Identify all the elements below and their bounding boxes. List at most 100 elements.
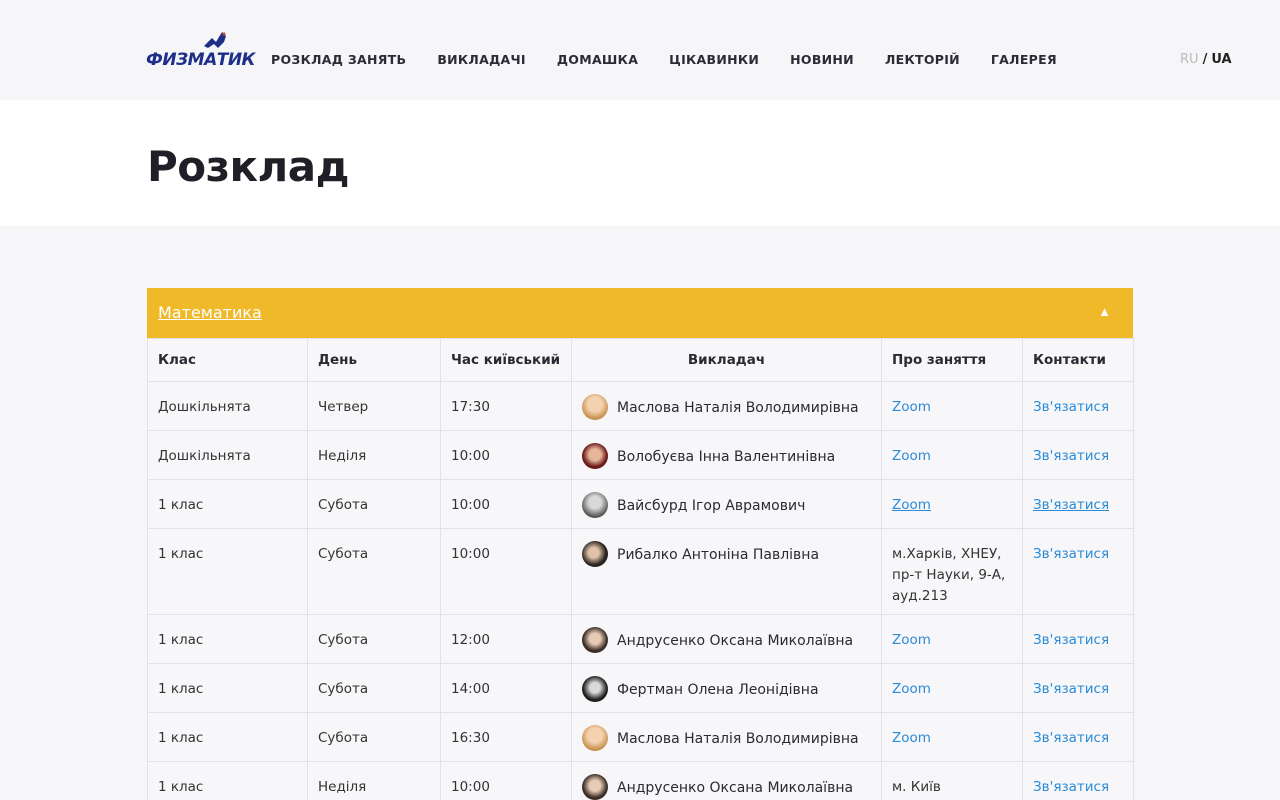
schedule-accordion: Математика ▲ Клас День Час київський Вик… (147, 288, 1134, 800)
cell-teacher: Андрусенко Оксана Миколаївна (571, 761, 882, 800)
nav-item-gallery[interactable]: ГАЛЕРЕЯ (991, 52, 1057, 67)
cell-time: 10:00 (440, 430, 572, 480)
site-logo[interactable]: ФИЗМАТИК (146, 28, 255, 74)
cell-about: м.Харків, ХНЕУ, пр-т Науки, 9-А, ауд.213 (881, 528, 1023, 615)
contact-link[interactable]: Зв'язатися (1033, 681, 1109, 697)
table-row: Дошкільнята Неділя 10:00 Волобуєва Інна … (147, 430, 1134, 480)
table-header-row: Клас День Час київський Викладач Про зан… (147, 338, 1134, 382)
cell-day: Субота (307, 712, 441, 762)
contact-link[interactable]: Зв'язатися (1033, 399, 1109, 415)
zoom-link[interactable]: Zoom (892, 681, 931, 697)
cell-contact: Зв'язатися (1022, 614, 1134, 664)
avatar (582, 676, 608, 702)
cell-time: 16:30 (440, 712, 572, 762)
cell-teacher: Андрусенко Оксана Миколаївна (571, 614, 882, 664)
cell-teacher: Рибалко Антоніна Павлівна (571, 528, 882, 615)
title-band: Розклад (0, 100, 1280, 226)
lang-separator: / (1202, 52, 1208, 67)
teacher-name[interactable]: Маслова Наталія Володимирівна (617, 728, 859, 750)
cell-teacher: Вайсбурд Ігор Аврамович (571, 479, 882, 529)
cell-teacher: Маслова Наталія Володимирівна (571, 712, 882, 762)
contact-link[interactable]: Зв'язатися (1033, 448, 1109, 464)
cell-contact: Зв'язатися (1022, 761, 1134, 800)
zoom-link[interactable]: Zoom (892, 399, 931, 415)
schedule-table: Клас День Час київський Викладач Про зан… (147, 338, 1134, 800)
cell-contact: Зв'язатися (1022, 381, 1134, 431)
cell-time: 10:00 (440, 479, 572, 529)
nav-item-homework[interactable]: ДОМАШКА (557, 52, 638, 67)
contact-link[interactable]: Зв'язатися (1033, 779, 1109, 795)
cell-grade: Дошкільнята (147, 430, 308, 480)
cell-day: Неділя (307, 430, 441, 480)
contact-link[interactable]: Зв'язатися (1033, 497, 1109, 513)
cell-about: Zoom (881, 479, 1023, 529)
teacher-name[interactable]: Андрусенко Оксана Миколаївна (617, 777, 853, 799)
lang-ru[interactable]: RU (1180, 52, 1199, 67)
col-header-time: Час київський (440, 338, 572, 382)
avatar (582, 443, 608, 469)
cell-teacher: Маслова Наталія Володимирівна (571, 381, 882, 431)
avatar (582, 774, 608, 800)
teacher-name[interactable]: Рибалко Антоніна Павлівна (617, 544, 819, 566)
contact-link[interactable]: Зв'язатися (1033, 546, 1109, 562)
collapse-arrow-icon[interactable]: ▲ (1098, 304, 1111, 319)
cell-grade: 1 клас (147, 761, 308, 800)
language-switcher: RU / UA (1180, 52, 1232, 67)
avatar (582, 492, 608, 518)
table-row: Дошкільнята Четвер 17:30 Маслова Наталія… (147, 381, 1134, 431)
zoom-link[interactable]: Zoom (892, 448, 931, 464)
main-nav: РОЗКЛАД ЗАНЯТЬ ВИКЛАДАЧІ ДОМАШКА ЦІКАВИН… (271, 52, 1088, 67)
teacher-name[interactable]: Вайсбурд Ігор Аврамович (617, 495, 805, 517)
teacher-name[interactable]: Маслова Наталія Володимирівна (617, 397, 859, 419)
nav-item-interesting[interactable]: ЦІКАВИНКИ (669, 52, 759, 67)
table-row: 1 клас Неділя 10:00 Андрусенко Оксана Ми… (147, 761, 1134, 800)
cell-grade: 1 клас (147, 614, 308, 664)
cell-time: 12:00 (440, 614, 572, 664)
cell-day: Субота (307, 479, 441, 529)
nav-item-teachers[interactable]: ВИКЛАДАЧІ (437, 52, 526, 67)
cell-about: Zoom (881, 712, 1023, 762)
cell-grade: Дошкільнята (147, 381, 308, 431)
avatar (582, 394, 608, 420)
avatar (582, 725, 608, 751)
col-header-grade: Клас (147, 338, 308, 382)
teacher-name[interactable]: Андрусенко Оксана Миколаївна (617, 630, 853, 652)
table-row: 1 клас Субота 16:30 Маслова Наталія Воло… (147, 712, 1134, 762)
cell-grade: 1 клас (147, 712, 308, 762)
accordion-header-math[interactable]: Математика ▲ (147, 288, 1133, 338)
cell-about: м. Київ (881, 761, 1023, 800)
cell-time: 17:30 (440, 381, 572, 431)
col-header-teacher: Викладач (571, 338, 882, 382)
table-row: 1 клас Субота 14:00 Фертман Олена Леонід… (147, 663, 1134, 713)
contact-link[interactable]: Зв'язатися (1033, 730, 1109, 746)
zoom-link[interactable]: Zoom (892, 632, 931, 648)
site-header: ФИЗМАТИК РОЗКЛАД ЗАНЯТЬ ВИКЛАДАЧІ ДОМАШК… (0, 0, 1280, 100)
zoom-link[interactable]: Zoom (892, 730, 931, 746)
avatar (582, 541, 608, 567)
accordion-title[interactable]: Математика (158, 303, 262, 322)
cell-day: Неділя (307, 761, 441, 800)
teacher-name[interactable]: Волобуєва Інна Валентинівна (617, 446, 835, 468)
bird-icon (204, 30, 228, 48)
cell-contact: Зв'язатися (1022, 712, 1134, 762)
cell-day: Субота (307, 663, 441, 713)
teacher-name[interactable]: Фертман Олена Леонідівна (617, 679, 819, 701)
table-row: 1 клас Субота 10:00 Вайсбурд Ігор Аврамо… (147, 479, 1134, 529)
cell-grade: 1 клас (147, 663, 308, 713)
cell-teacher: Фертман Олена Леонідівна (571, 663, 882, 713)
cell-contact: Зв'язатися (1022, 528, 1134, 615)
zoom-link[interactable]: Zoom (892, 497, 931, 513)
cell-grade: 1 клас (147, 479, 308, 529)
col-header-day: День (307, 338, 441, 382)
nav-item-news[interactable]: НОВИНИ (790, 52, 854, 67)
contact-link[interactable]: Зв'язатися (1033, 632, 1109, 648)
lang-ua[interactable]: UA (1211, 52, 1231, 67)
nav-item-schedule[interactable]: РОЗКЛАД ЗАНЯТЬ (271, 52, 406, 67)
cell-about: Zoom (881, 381, 1023, 431)
avatar (582, 627, 608, 653)
cell-time: 14:00 (440, 663, 572, 713)
cell-contact: Зв'язатися (1022, 430, 1134, 480)
table-row: 1 клас Субота 12:00 Андрусенко Оксана Ми… (147, 614, 1134, 664)
nav-item-lectures[interactable]: ЛЕКТОРІЙ (885, 52, 960, 67)
page-title: Розклад (147, 142, 350, 191)
